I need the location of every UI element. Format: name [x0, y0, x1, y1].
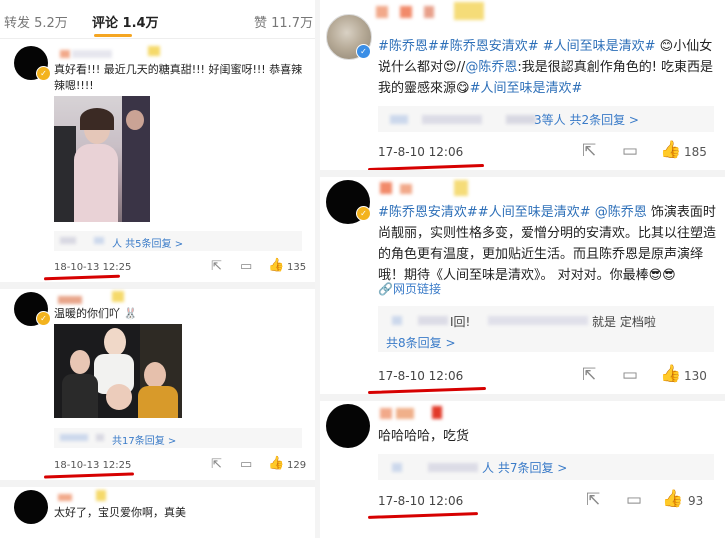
red-underline-annotation	[43, 274, 121, 281]
verified-icon: ✓	[36, 311, 51, 326]
comment-time: 17-8-10 12:06	[378, 494, 464, 508]
username-blur[interactable]	[58, 296, 82, 304]
hashtag-link[interactable]: #人间至味是清欢#	[470, 81, 583, 96]
verified-icon: ✓	[356, 44, 371, 59]
web-link[interactable]: 🔗网页链接	[378, 280, 441, 297]
link-icon: 🔗	[378, 282, 393, 296]
tab-repost[interactable]: 转发 5.2万	[4, 12, 68, 31]
share-icon[interactable]: ⇱	[582, 141, 596, 161]
thumbs-up-icon[interactable]: 👍	[660, 364, 681, 384]
reply-preview[interactable]: 人 共5条回复 >	[54, 231, 302, 251]
mention-link[interactable]: @陈乔恩	[595, 205, 647, 220]
view-replies-link[interactable]: 共17条回复 >	[112, 432, 176, 447]
hashtag-link[interactable]: #陈乔恩安清欢#	[439, 39, 539, 54]
red-underline-annotation	[367, 386, 487, 395]
reply-preview[interactable]: 人 共7条回复 >	[378, 454, 714, 480]
comment-time: 17-8-10 12:06	[378, 145, 464, 159]
verified-icon: ✓	[356, 206, 371, 221]
username-blur[interactable]	[58, 494, 72, 501]
comment-icon[interactable]: ▭	[240, 259, 252, 274]
badge-blur	[148, 46, 160, 56]
hashtag-link[interactable]: #陈乔恩#	[378, 39, 439, 54]
comment-time: 18-10-13 12:25	[54, 460, 132, 471]
comment-icon[interactable]: ▭	[626, 490, 642, 510]
badge-blur	[112, 291, 124, 302]
username-blur	[424, 6, 434, 18]
share-icon[interactable]: ⇱	[582, 365, 596, 385]
like-count: 93	[688, 494, 704, 508]
tab-comments[interactable]: 评论 1.4万	[92, 12, 159, 31]
comment-text: 太好了，宝贝爱你啊，真美	[54, 506, 186, 519]
divider	[0, 282, 315, 289]
comment-text: #陈乔恩##陈乔恩安清欢# #人间至味是清欢# 😊小仙女说什么都对😍//@陈乔恩…	[378, 39, 714, 96]
comment-time: 17-8-10 12:06	[378, 369, 464, 383]
comment-time: 18-10-13 12:25	[54, 262, 132, 273]
share-icon[interactable]: ⇱	[211, 259, 222, 274]
badge-blur	[454, 180, 468, 196]
comment-text: 哈哈哈哈，吃货	[378, 429, 470, 444]
username-blur[interactable]	[380, 408, 392, 419]
left-comment-panel: 转发 5.2万 评论 1.4万 赞 11.7万 ✓ 真好看!!! 最近几天的糖真…	[0, 0, 315, 538]
reply-preview[interactable]: 3等人 共2条回复 >	[378, 106, 714, 132]
reply-preview[interactable]: 共17条回复 >	[54, 428, 302, 448]
tab-likes[interactable]: 赞 11.7万	[254, 12, 313, 31]
divider	[320, 394, 725, 401]
comment-text: 温暖的你们吖 🐰	[54, 307, 138, 320]
thumbs-up-icon[interactable]: 👍	[662, 489, 683, 509]
comment-photo[interactable]	[54, 96, 150, 222]
tab-bar: 转发 5.2万 评论 1.4万 赞 11.7万	[0, 0, 315, 39]
comment-text: #陈乔恩安清欢##人间至味是清欢# @陈乔恩 饰演表面时尚靓丽，实则性格多变，爱…	[378, 205, 717, 283]
right-comment-panel: ✓ #陈乔恩##陈乔恩安清欢# #人间至味是清欢# 😊小仙女说什么都对😍//@陈…	[320, 0, 725, 538]
badge-blur	[96, 490, 106, 501]
divider	[320, 170, 725, 177]
reply-fragment: I回!	[450, 315, 471, 329]
username-blur[interactable]	[380, 182, 392, 194]
hashtag-link[interactable]: #陈乔恩安清欢#	[378, 205, 478, 220]
mention-link[interactable]: @陈乔恩	[465, 60, 517, 75]
hashtag-link[interactable]: #人间至味是清欢#	[543, 39, 656, 54]
username-blur	[396, 408, 414, 419]
comment-icon[interactable]: ▭	[622, 141, 638, 161]
like-count: 185	[684, 145, 707, 159]
username-blur	[400, 6, 412, 18]
active-tab-indicator	[94, 34, 132, 37]
like-count: 129	[287, 460, 307, 471]
comment-photo[interactable]	[54, 324, 182, 418]
red-underline-annotation	[367, 512, 479, 519]
share-icon[interactable]: ⇱	[586, 490, 600, 510]
thumbs-up-icon[interactable]: 👍	[268, 258, 284, 273]
username-blur[interactable]	[376, 6, 388, 18]
avatar[interactable]	[14, 490, 48, 524]
comment-icon[interactable]: ▭	[240, 457, 252, 472]
like-count: 135	[287, 262, 307, 273]
hashtag-link[interactable]: #人间至味是清欢#	[478, 205, 591, 220]
badge-blur	[432, 406, 442, 419]
like-count: 130	[684, 369, 707, 383]
username-blur	[72, 50, 112, 58]
thumbs-up-icon[interactable]: 👍	[660, 140, 681, 160]
view-replies-link[interactable]: 3等人 共2条回复 >	[534, 111, 639, 128]
username-blur	[400, 184, 412, 194]
red-underline-annotation	[43, 472, 135, 479]
comment-text: 真好看!!! 最近几天的糖真甜!!! 好闺蜜呀!!! 恭喜辣辣嗯!!!!	[54, 63, 303, 92]
comment-icon[interactable]: ▭	[622, 365, 638, 385]
reply-fragment: 就是 定档啦	[592, 315, 656, 329]
reply-preview[interactable]: I回! 就是 定档啦 共8条回复 >	[378, 306, 714, 352]
share-icon[interactable]: ⇱	[211, 457, 222, 472]
badge-blur	[454, 2, 484, 20]
verified-icon: ✓	[36, 66, 51, 81]
username-blur[interactable]	[60, 50, 70, 58]
divider	[0, 480, 315, 487]
view-replies-link[interactable]: 共8条回复 >	[386, 334, 456, 351]
view-replies-link[interactable]: 人 共7条回复 >	[482, 459, 567, 476]
view-replies-link[interactable]: 人 共5条回复 >	[112, 235, 183, 250]
avatar[interactable]	[326, 404, 370, 448]
thumbs-up-icon[interactable]: 👍	[268, 456, 284, 471]
